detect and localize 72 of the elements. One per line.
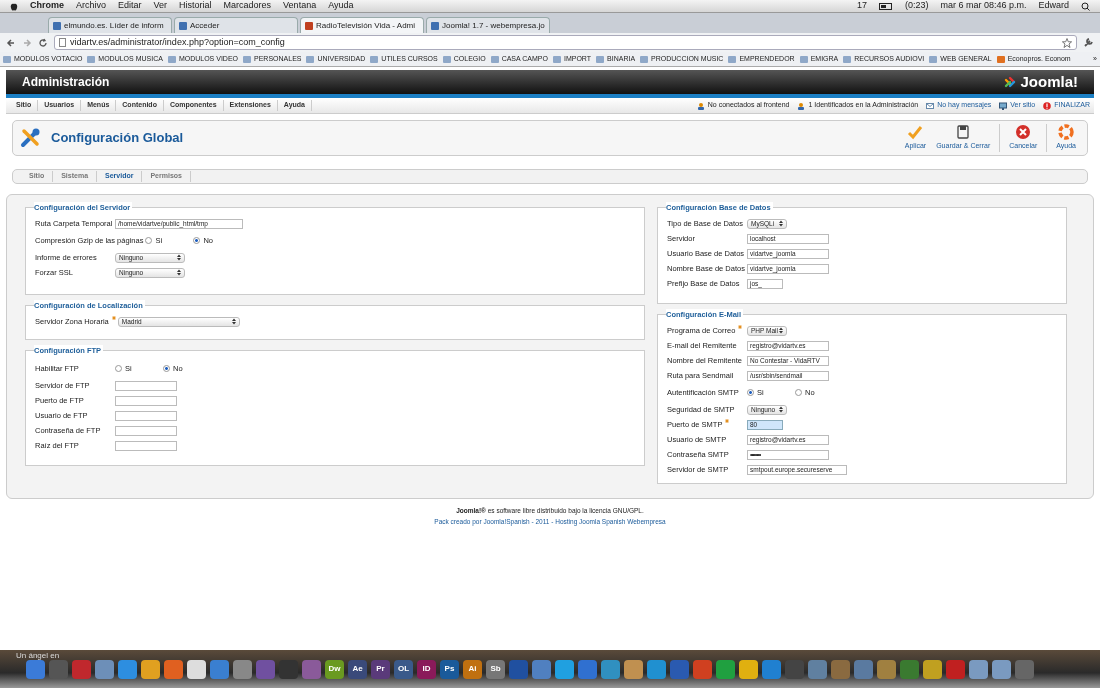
- app-icon[interactable]: [624, 659, 643, 679]
- menu-item[interactable]: Historial: [179, 0, 212, 13]
- star-icon[interactable]: [1062, 37, 1072, 48]
- browser-tab[interactable]: Acceder: [174, 17, 298, 33]
- status-item[interactable]: Edward: [1038, 0, 1069, 13]
- app-icon[interactable]: [187, 659, 206, 679]
- search-icon[interactable]: [1081, 1, 1090, 11]
- app-icon[interactable]: ID: [417, 659, 436, 679]
- favicon-icon: [179, 21, 187, 30]
- input-field[interactable]: [115, 440, 177, 451]
- favicon-icon: [53, 21, 61, 30]
- forward-icon[interactable]: [22, 37, 32, 48]
- favicon-icon: [305, 21, 313, 30]
- lifebuoy-icon: [1058, 124, 1075, 141]
- app-icon[interactable]: [923, 659, 942, 679]
- address-bar[interactable]: vidartv.es/administrator/index.php?option=com_config: [54, 35, 1077, 50]
- menu-item[interactable]: Archivo: [76, 0, 107, 13]
- app-icon[interactable]: [739, 659, 758, 679]
- updown-icon: [779, 220, 783, 227]
- status-item[interactable]: mar 6 mar 08:46 p.m.: [940, 0, 1027, 13]
- app-icon[interactable]: Ps: [440, 659, 459, 679]
- joomla-logo-icon: [1003, 75, 1018, 89]
- app-icon[interactable]: Sb: [486, 659, 505, 679]
- app-icon[interactable]: [969, 659, 988, 679]
- updown-icon: [231, 318, 236, 325]
- user-icon: [797, 101, 806, 110]
- input-field[interactable]: [115, 410, 177, 421]
- menu-item[interactable]: Ver: [153, 0, 168, 13]
- battery-icon[interactable]: [878, 2, 893, 10]
- app-menu[interactable]: Chrome: [30, 0, 64, 13]
- browser-tab[interactable]: elmundo.es. Líder de inform: [48, 17, 172, 33]
- wrench-icon[interactable]: [1083, 37, 1094, 48]
- app-icon[interactable]: [992, 659, 1011, 679]
- page-title: Configuración Global: [51, 129, 184, 148]
- user-icon: [696, 101, 705, 110]
- status-item[interactable]: (0:23): [904, 0, 929, 13]
- app-icon[interactable]: [555, 659, 574, 679]
- monitor-icon: [999, 101, 1008, 110]
- app-icon[interactable]: Ae: [348, 659, 367, 679]
- input-field[interactable]: [115, 380, 177, 391]
- menu-item[interactable]: Marcadores: [223, 0, 272, 13]
- apple-icon[interactable]: [10, 1, 18, 11]
- app-icon[interactable]: Ai: [463, 659, 482, 679]
- mail-icon: [926, 101, 935, 110]
- admin-title: Administración: [22, 74, 110, 91]
- tools-icon: [19, 127, 41, 149]
- app-icon[interactable]: OL: [394, 659, 413, 679]
- reload-icon[interactable]: [38, 37, 48, 48]
- menu-item[interactable]: Ventana: [283, 0, 317, 13]
- input-field[interactable]: [115, 425, 177, 436]
- menu-item[interactable]: Ayuda: [328, 0, 354, 13]
- updown-icon: [779, 327, 783, 334]
- status-item[interactable]: 17: [856, 0, 867, 13]
- updown-icon: [177, 254, 181, 261]
- favicon-icon: [431, 21, 439, 30]
- browser-tab[interactable]: Joomla! 1.7 - webempresa.jo: [426, 17, 550, 33]
- check-icon: [907, 124, 924, 141]
- back-icon[interactable]: [6, 37, 16, 48]
- page-icon: [59, 38, 66, 47]
- menu-item[interactable]: Editar: [118, 0, 142, 13]
- updown-icon: [779, 406, 783, 413]
- app-icon[interactable]: [141, 659, 160, 679]
- input-field[interactable]: [115, 395, 177, 406]
- desktop-label: Un ángel en: [16, 650, 60, 662]
- joomla-logo: Joomla!: [1003, 70, 1078, 94]
- app-icon[interactable]: [716, 659, 735, 679]
- app-icon[interactable]: [95, 659, 114, 679]
- updown-icon: [177, 269, 181, 276]
- alert-icon: [1043, 101, 1052, 110]
- cancel-icon: [1015, 124, 1032, 141]
- app-icon[interactable]: Pr: [371, 659, 390, 679]
- browser-tab[interactable]: RadioTelevisión Vida - Admi: [300, 17, 424, 33]
